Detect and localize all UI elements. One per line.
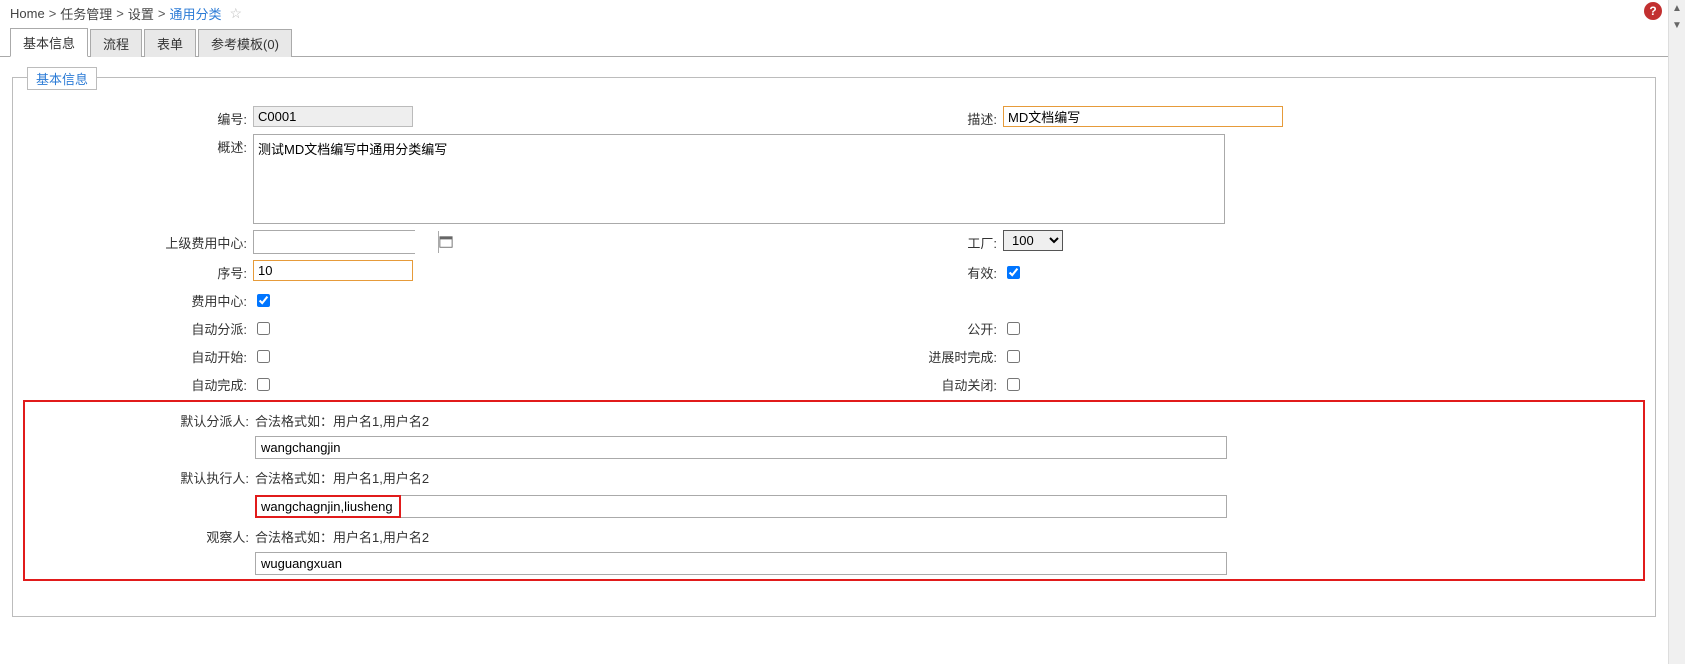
code-label: 编号: [23, 106, 253, 128]
parent-costcenter-label: 上级费用中心: [23, 230, 253, 252]
autoassign-checkbox[interactable] [257, 322, 270, 335]
panel-legend: 基本信息 [27, 67, 97, 90]
watcher-field[interactable] [255, 552, 1227, 575]
vertical-scrollbar[interactable]: ▲ ▼ [1668, 0, 1685, 664]
seq-field[interactable] [253, 260, 413, 281]
breadcrumb-sep: > [49, 6, 57, 21]
autoclose-label: 自动关闭: [773, 372, 1003, 394]
breadcrumb-sep: > [116, 6, 124, 21]
seq-label: 序号: [23, 260, 253, 282]
code-field [253, 106, 413, 127]
executor-field[interactable] [255, 495, 1227, 518]
costcenter-checkbox[interactable] [257, 294, 270, 307]
assignee-label: 默认分派人: [29, 408, 255, 430]
breadcrumb-home[interactable]: Home [10, 6, 45, 21]
favorite-star-icon[interactable]: ☆ [230, 5, 243, 22]
tab-form[interactable]: 表单 [144, 29, 196, 57]
basic-info-panel: 基本信息 编号: 描述: 概述: [12, 77, 1656, 617]
tab-templates[interactable]: 参考模板(0) [198, 29, 292, 57]
watcher-hint: 合法格式如：用户名1,用户名2 [255, 524, 429, 546]
breadcrumb-task-mgmt[interactable]: 任务管理 [60, 4, 112, 23]
public-checkbox[interactable] [1007, 322, 1020, 335]
plant-label: 工厂: [773, 230, 1003, 252]
assignee-field[interactable] [255, 436, 1227, 459]
costcenter-label: 费用中心: [23, 288, 253, 310]
valid-label: 有效: [773, 260, 1003, 282]
autoassign-label: 自动分派: [23, 316, 253, 338]
assignee-hint: 合法格式如：用户名1,用户名2 [255, 408, 429, 430]
desc-field[interactable] [1003, 106, 1283, 127]
executor-label: 默认执行人: [29, 465, 255, 487]
autoclose-checkbox[interactable] [1007, 378, 1020, 391]
executor-red-highlight [255, 495, 1227, 518]
breadcrumb-current[interactable]: 通用分类 [170, 4, 222, 23]
breadcrumb: Home > 任务管理 > 设置 > 通用分类 ☆ ? [0, 0, 1668, 27]
watcher-label: 观察人: [29, 524, 255, 546]
plant-select[interactable]: 100 [1003, 230, 1063, 251]
progressdone-checkbox[interactable] [1007, 350, 1020, 363]
scroll-up-icon[interactable]: ▲ [1669, 0, 1685, 17]
overview-label: 概述: [23, 134, 253, 156]
tab-process[interactable]: 流程 [90, 29, 142, 57]
parent-costcenter-field[interactable] [254, 231, 438, 253]
highlighted-region: 默认分派人: 合法格式如：用户名1,用户名2 默认执行人: 合法格式如：用户名1… [23, 400, 1645, 581]
executor-hint: 合法格式如：用户名1,用户名2 [255, 465, 429, 487]
overview-field[interactable] [253, 134, 1225, 224]
autodone-label: 自动完成: [23, 372, 253, 394]
parent-costcenter-picker-icon[interactable] [438, 231, 453, 253]
tab-basic-info[interactable]: 基本信息 [10, 28, 88, 57]
breadcrumb-settings[interactable]: 设置 [128, 4, 154, 23]
parent-costcenter-lookup[interactable] [253, 230, 415, 254]
autostart-checkbox[interactable] [257, 350, 270, 363]
desc-label: 描述: [773, 106, 1003, 128]
breadcrumb-sep: > [158, 6, 166, 21]
progressdone-label: 进展时完成: [773, 344, 1003, 366]
autostart-label: 自动开始: [23, 344, 253, 366]
autodone-checkbox[interactable] [257, 378, 270, 391]
help-icon[interactable]: ? [1644, 2, 1662, 20]
public-label: 公开: [773, 316, 1003, 338]
valid-checkbox[interactable] [1007, 266, 1020, 279]
tabs: 基本信息 流程 表单 参考模板(0) [0, 27, 1668, 57]
scroll-down-icon[interactable]: ▼ [1669, 17, 1685, 34]
